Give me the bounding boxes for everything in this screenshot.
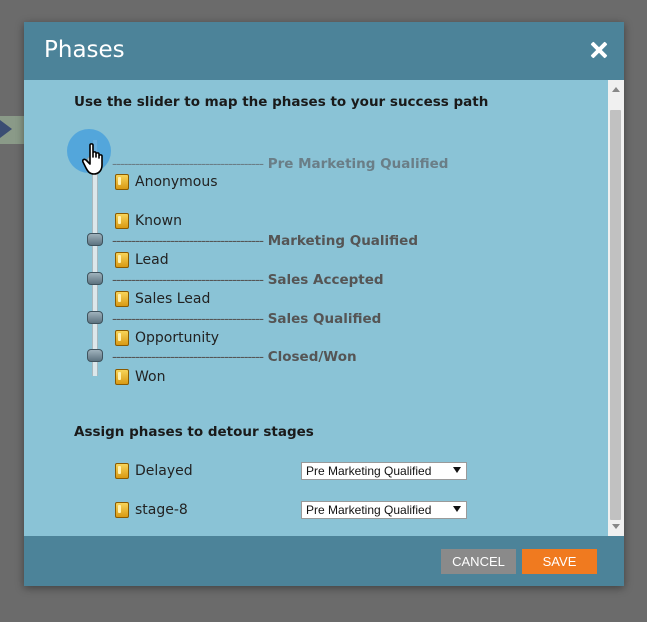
detour-stage-item: Delayed xyxy=(115,463,193,479)
stage-item: Lead xyxy=(115,252,169,268)
stage-item: Sales Lead xyxy=(115,291,210,307)
detour-section-title: Assign phases to detour stages xyxy=(74,424,314,440)
phase-divider: --------------------------------------- xyxy=(112,311,264,327)
detour-stage-item: stage-8 xyxy=(115,502,188,518)
stage-icon xyxy=(115,330,129,346)
phase-divider: --------------------------------------- xyxy=(112,156,264,172)
stage-icon xyxy=(115,369,129,385)
stage-item: Opportunity xyxy=(115,330,219,346)
scroll-thumb[interactable] xyxy=(610,110,621,520)
stage-label: Lead xyxy=(135,252,169,268)
hand-cursor-icon xyxy=(82,143,103,175)
stage-icon xyxy=(115,502,129,518)
detour-stage-label: Delayed xyxy=(135,463,193,479)
dialog-header: Phases xyxy=(24,22,624,80)
scroll-up-icon[interactable] xyxy=(612,87,620,92)
stage-label: Sales Lead xyxy=(135,291,211,307)
phase-marker: --------------------------------------- … xyxy=(112,233,418,249)
phases-dialog: Phases Use the slider to map the phases … xyxy=(24,22,624,586)
dialog-content: Use the slider to map the phases to your… xyxy=(24,80,608,536)
dialog-footer: CANCEL SAVE xyxy=(24,536,624,586)
phase-divider: --------------------------------------- xyxy=(112,349,264,365)
phase-label: Sales Qualified xyxy=(267,311,382,327)
slider-section-title: Use the slider to map the phases to your… xyxy=(74,94,489,110)
background-arrow-icon xyxy=(0,120,12,138)
phase-divider: --------------------------------------- xyxy=(112,272,264,288)
stage-label: Opportunity xyxy=(135,330,220,346)
cancel-button[interactable]: CANCEL xyxy=(441,549,516,574)
stage-item: Anonymous xyxy=(115,174,218,190)
stage-label: Won xyxy=(135,369,166,385)
detour-phase-select[interactable]: Pre Marketing Qualified xyxy=(301,501,467,519)
vertical-scrollbar[interactable] xyxy=(608,80,624,536)
phase-label: Pre Marketing Qualified xyxy=(267,156,449,172)
phase-marker: --------------------------------------- … xyxy=(112,311,381,327)
phase-label: Sales Accepted xyxy=(267,272,384,288)
detour-stage-label: stage-8 xyxy=(135,502,188,518)
slider-handle-closed-won[interactable] xyxy=(87,349,103,362)
stage-label: Known xyxy=(135,213,182,229)
stage-icon xyxy=(115,291,129,307)
phase-label: Closed/Won xyxy=(267,349,357,365)
select-value: Pre Marketing Qualified xyxy=(306,464,432,478)
stage-item: Known xyxy=(115,213,182,229)
phase-divider: --------------------------------------- xyxy=(112,233,264,249)
detour-phase-select[interactable]: Pre Marketing Qualified xyxy=(301,462,467,480)
phase-marker: --------------------------------------- … xyxy=(112,349,357,365)
phase-label: Marketing Qualified xyxy=(267,233,418,249)
stage-icon xyxy=(115,463,129,479)
stage-label: Anonymous xyxy=(135,174,218,190)
select-value: Pre Marketing Qualified xyxy=(306,503,432,517)
stage-icon xyxy=(115,252,129,268)
stage-icon xyxy=(115,213,129,229)
dropdown-arrow-icon xyxy=(453,467,461,473)
close-icon[interactable] xyxy=(588,39,610,61)
dropdown-arrow-icon xyxy=(453,506,461,512)
scroll-down-icon[interactable] xyxy=(612,524,620,529)
phase-marker: --------------------------------------- … xyxy=(112,156,448,172)
dialog-title: Phases xyxy=(44,37,125,63)
slider-handle-marketing-qualified[interactable] xyxy=(87,233,103,246)
slider-handle-sales-accepted[interactable] xyxy=(87,272,103,285)
slider-handle-sales-qualified[interactable] xyxy=(87,311,103,324)
stage-item: Won xyxy=(115,369,165,385)
phase-marker: --------------------------------------- … xyxy=(112,272,384,288)
save-button[interactable]: SAVE xyxy=(522,549,597,574)
stage-icon xyxy=(115,174,129,190)
